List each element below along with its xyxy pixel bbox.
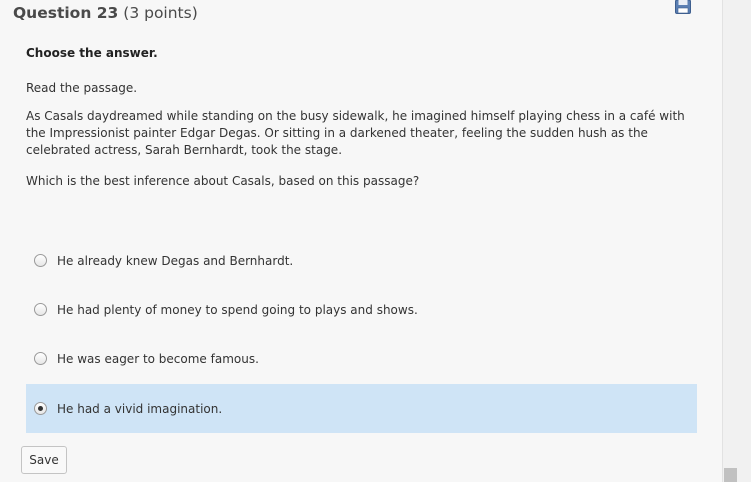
scrollbar-thumb[interactable] bbox=[724, 468, 737, 482]
choice-label: He had plenty of money to spend going to… bbox=[57, 302, 418, 317]
question-text: Which is the best inference about Casals… bbox=[26, 174, 420, 188]
vertical-scrollbar[interactable] bbox=[722, 0, 751, 482]
choice-label: He already knew Degas and Bernhardt. bbox=[57, 253, 294, 268]
save-button[interactable]: Save bbox=[21, 446, 67, 474]
prompt-text: Choose the answer. bbox=[26, 46, 158, 60]
radio-button-selected[interactable] bbox=[34, 402, 47, 415]
radio-button[interactable] bbox=[34, 352, 47, 365]
question-points: (3 points) bbox=[123, 4, 198, 22]
choice-label: He had a vivid imagination. bbox=[57, 401, 223, 416]
question-header: Question 23 (3 points) bbox=[13, 4, 198, 22]
floppy-disk-icon[interactable] bbox=[675, 0, 691, 14]
answer-choice-1[interactable]: He already knew Degas and Bernhardt. bbox=[26, 236, 697, 285]
answer-choice-2[interactable]: He had plenty of money to spend going to… bbox=[26, 285, 697, 334]
passage-text: As Casals daydreamed while standing on t… bbox=[26, 109, 685, 157]
radio-button[interactable] bbox=[34, 303, 47, 316]
instructions-text: Read the passage. bbox=[26, 81, 138, 95]
radio-button[interactable] bbox=[34, 254, 47, 267]
question-panel: Question 23 (3 points) Choose the answer… bbox=[0, 0, 722, 482]
answer-choice-3[interactable]: He was eager to become famous. bbox=[26, 334, 697, 383]
answer-choice-4[interactable]: He had a vivid imagination. bbox=[26, 384, 697, 433]
question-title: Question 23 bbox=[13, 4, 119, 22]
choice-label: He was eager to become famous. bbox=[57, 351, 259, 366]
radio-dot bbox=[38, 406, 43, 411]
